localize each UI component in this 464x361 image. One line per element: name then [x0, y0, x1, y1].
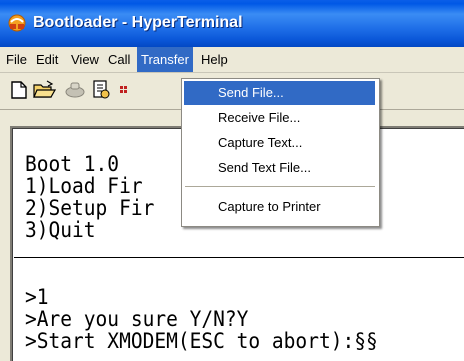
menu-file[interactable]: File: [0, 47, 33, 72]
send-icon[interactable]: [118, 79, 132, 101]
menu-item-label: Capture Text...: [218, 135, 303, 150]
terminal-line: >Start XMODEM(ESC to abort):§§: [25, 329, 378, 353]
terminal-line: >1: [25, 285, 49, 309]
terminal-line: Boot 1.0: [25, 152, 120, 176]
menu-item-capture-text[interactable]: Capture Text...: [184, 131, 375, 155]
menu-help[interactable]: Help: [195, 47, 234, 72]
open-icon[interactable]: [32, 79, 56, 101]
menu-item-label: Receive File...: [218, 110, 301, 125]
menu-item-capture-to-printer[interactable]: Capture to Printer: [184, 195, 375, 219]
menu-item-label: Send File...: [218, 85, 284, 100]
hyperterminal-app-icon: [8, 14, 26, 32]
menu-transfer-label: Transfer: [141, 52, 189, 67]
transfer-menu: Send File... Receive File... Capture Tex…: [181, 78, 380, 227]
menu-item-send-file[interactable]: Send File...: [184, 81, 375, 105]
terminal-line: >Are you sure Y/N?Y: [25, 307, 249, 331]
properties-icon[interactable]: [89, 79, 113, 101]
new-icon[interactable]: [7, 79, 31, 101]
menu-call[interactable]: Call: [102, 47, 136, 72]
menu-view[interactable]: View: [65, 47, 105, 72]
disconnect-icon[interactable]: [63, 79, 87, 101]
menu-item-label: Capture to Printer: [218, 199, 321, 214]
menu-separator: [185, 186, 375, 187]
terminal-line: 2)Setup Fir: [25, 196, 155, 220]
terminal-line: 1)Load Fir: [25, 174, 143, 198]
menu-item-receive-file[interactable]: Receive File...: [184, 106, 375, 130]
terminal-line: 3)Quit: [25, 218, 96, 242]
menu-transfer[interactable]: Transfer: [137, 47, 193, 72]
menu-bar: File Edit View Call Transfer Help: [0, 47, 464, 73]
menu-item-label: Send Text File...: [218, 160, 311, 175]
menu-item-send-text-file[interactable]: Send Text File...: [184, 156, 375, 180]
window-title: Bootloader - HyperTerminal: [33, 14, 243, 31]
hyperterminal-window: Bootloader - HyperTerminal File Edit Vie…: [0, 0, 464, 361]
terminal-divider: [14, 257, 464, 258]
menu-edit[interactable]: Edit: [30, 47, 64, 72]
title-bar[interactable]: Bootloader - HyperTerminal: [0, 0, 464, 47]
